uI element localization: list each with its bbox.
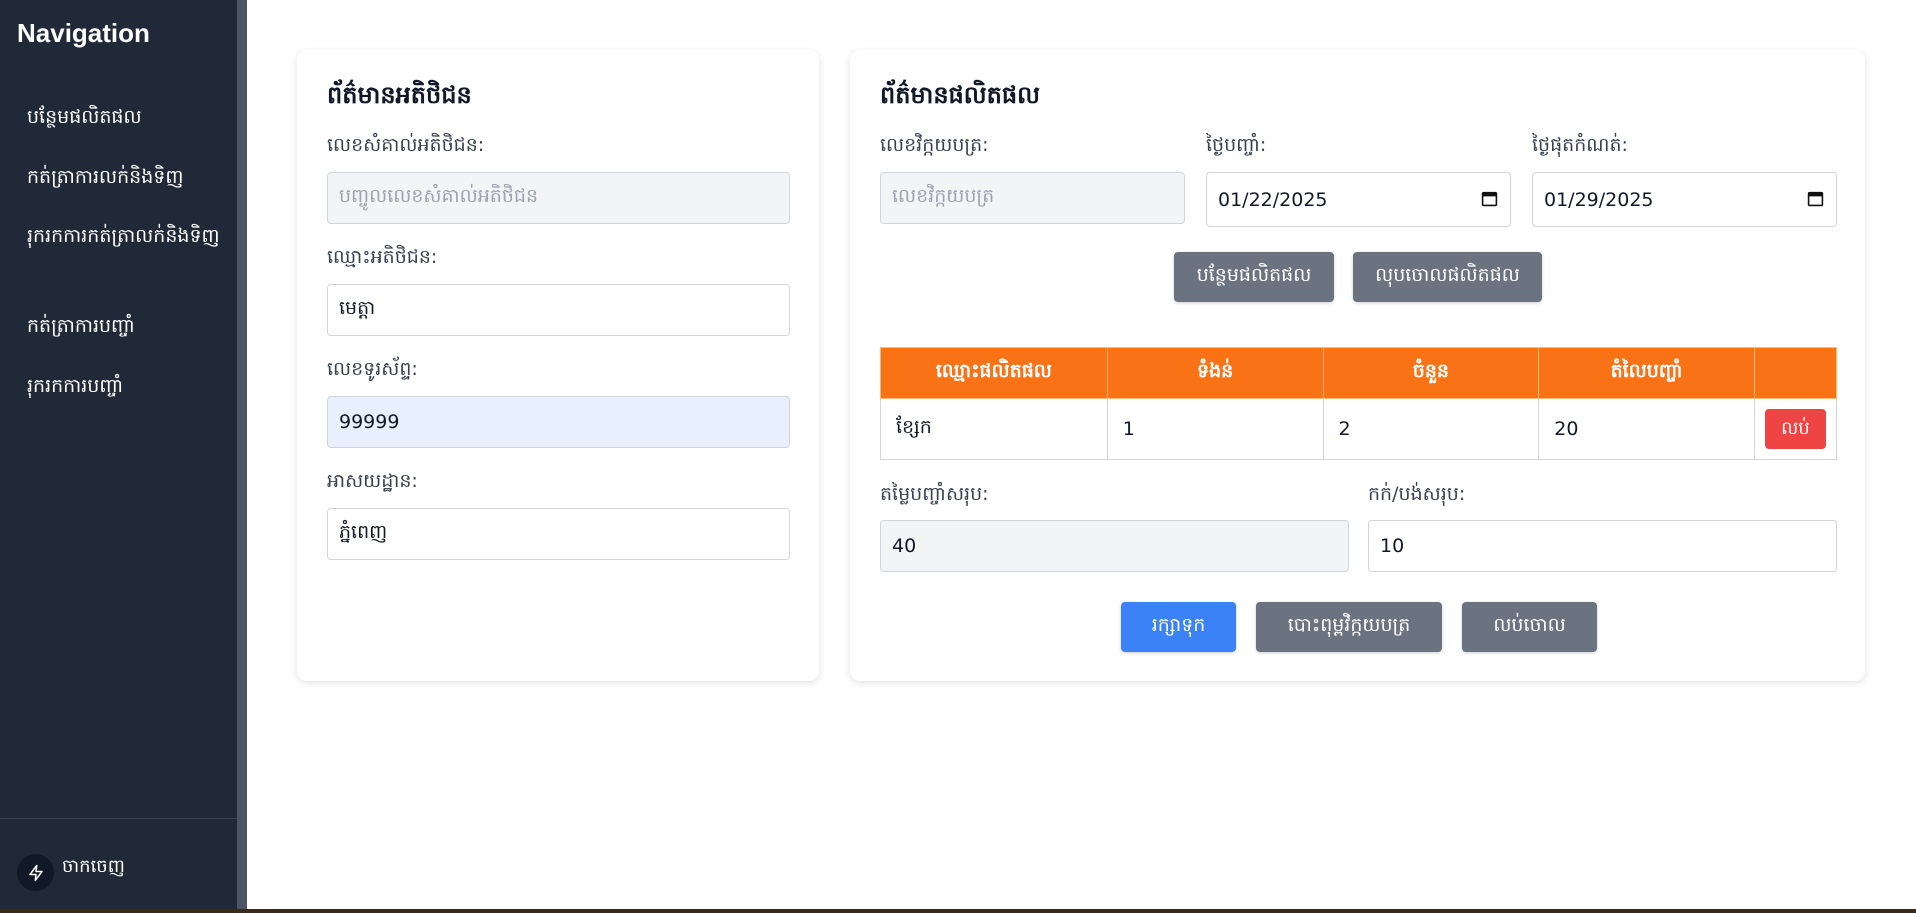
cell-actions: លប់ <box>1753 398 1838 460</box>
nav-item-browse-sales[interactable]: រុករកការកត់ត្រាលក់និងទិញ <box>27 222 227 251</box>
invoice-input[interactable]: លេខវិក្កយបត្រ <box>880 172 1185 224</box>
cell-product-name: ខ្សែក <box>880 398 1108 460</box>
add-product-button[interactable]: បន្ថែមផលិតផល <box>1174 252 1334 302</box>
table-row: ខ្សែក 1 2 20 លប់ <box>880 398 1838 460</box>
product-card: ព័ត៌មានផលិតផល លេខវិក្កយបត្រ: លេខវិក្កយបត… <box>850 50 1865 681</box>
total-label: តម្លៃបញ្ចាំសរុប: <box>880 483 989 505</box>
cell-quantity: 2 <box>1322 398 1540 460</box>
phone-input[interactable]: 99999 <box>327 396 790 448</box>
phone-label: លេខទូរស័ព្ទ: <box>327 358 418 380</box>
sidebar-divider <box>237 0 247 909</box>
sidebar: Navigation បន្ថែមផលិតផល កត់ត្រាការលក់និង… <box>0 0 237 909</box>
deduct-input[interactable]: 10 <box>1368 520 1837 572</box>
bottom-edge <box>0 909 1916 913</box>
save-button[interactable]: រក្សាទុក <box>1121 602 1236 652</box>
invoice-label: លេខវិក្កយបត្រ: <box>880 134 989 156</box>
print-invoice-button[interactable]: បោះពុម្ពវិក្កយបត្រ <box>1256 602 1442 652</box>
total-input[interactable]: 40 <box>880 520 1349 572</box>
due-date-input[interactable]: 01/29/2025 <box>1532 172 1837 227</box>
calendar-icon[interactable] <box>1807 190 1824 207</box>
pawn-date-input[interactable]: 01/22/2025 <box>1206 172 1511 227</box>
clear-product-button[interactable]: លុបចោលផលិតផល <box>1353 252 1542 302</box>
nav-item-record-pawn[interactable]: កត់ត្រាការបញ្ចាំ <box>27 312 227 341</box>
column-header: ឈ្មោះផលិតផល <box>880 347 1108 399</box>
due-date-value: 01/29/2025 <box>1544 188 1654 211</box>
address-input[interactable]: ភ្នំពេញ <box>327 508 790 560</box>
pawn-date-value: 01/22/2025 <box>1218 188 1328 211</box>
customer-name-label: ឈ្មោះអតិថិជន: <box>327 246 438 268</box>
product-card-title: ព័ត៌មានផលិតផល <box>880 81 1040 109</box>
pawn-date-label: ថ្ងៃបញ្ចាំ: <box>1206 134 1267 156</box>
calendar-icon[interactable] <box>1481 190 1498 207</box>
product-table: ឈ្មោះផលិតផល ទំងន់ ចំនួន តំលៃបញ្ចាំ ខ្សែក… <box>880 347 1838 460</box>
bolt-icon[interactable] <box>17 854 54 891</box>
column-header: តំលៃបញ្ចាំ <box>1538 347 1755 399</box>
column-header: ទំងន់ <box>1106 347 1324 399</box>
column-header: ចំនួន <box>1322 347 1540 399</box>
main-content: ព័ត៌មានអតិថិជន លេខសំគាល់អតិថិជន: បញ្ចូលល… <box>247 0 1916 909</box>
cell-weight: 1 <box>1106 398 1324 460</box>
cell-price: 20 <box>1538 398 1755 460</box>
cancel-button[interactable]: លប់ចោល <box>1462 602 1597 652</box>
customer-card: ព័ត៌មានអតិថិជន លេខសំគាល់អតិថិជន: បញ្ចូលល… <box>297 50 819 681</box>
nav-item-add-product[interactable]: បន្ថែមផលិតផល <box>27 103 227 132</box>
sidebar-footer: ចាកចេញ <box>0 818 237 909</box>
table-header-row: ឈ្មោះផលិតផល ទំងន់ ចំនួន តំលៃបញ្ចាំ <box>880 347 1838 399</box>
column-header <box>1753 347 1838 399</box>
nav-item-browse-pawn[interactable]: រុករកការបញ្ចាំ <box>27 372 227 401</box>
sidebar-title: Navigation <box>17 18 150 48</box>
customer-id-input[interactable]: បញ្ចូលលេខសំគាល់អតិថិជន <box>327 172 790 224</box>
customer-name-input[interactable]: មេត្តា <box>327 284 790 336</box>
due-date-label: ថ្ងៃផុតកំណត់: <box>1532 134 1628 156</box>
customer-id-label: លេខសំគាល់អតិថិជន: <box>327 134 485 156</box>
delete-row-button[interactable]: លប់ <box>1764 409 1826 449</box>
address-label: អាសយដ្ឋាន: <box>327 470 418 492</box>
nav-item-record-sales[interactable]: កត់ត្រាការលក់និងទិញ <box>27 163 227 192</box>
customer-card-title: ព័ត៌មានអតិថិជន <box>327 81 472 109</box>
logout-button[interactable]: ចាកចេញ <box>62 854 125 881</box>
deduct-label: កក់/បង់សរុប: <box>1368 483 1466 505</box>
